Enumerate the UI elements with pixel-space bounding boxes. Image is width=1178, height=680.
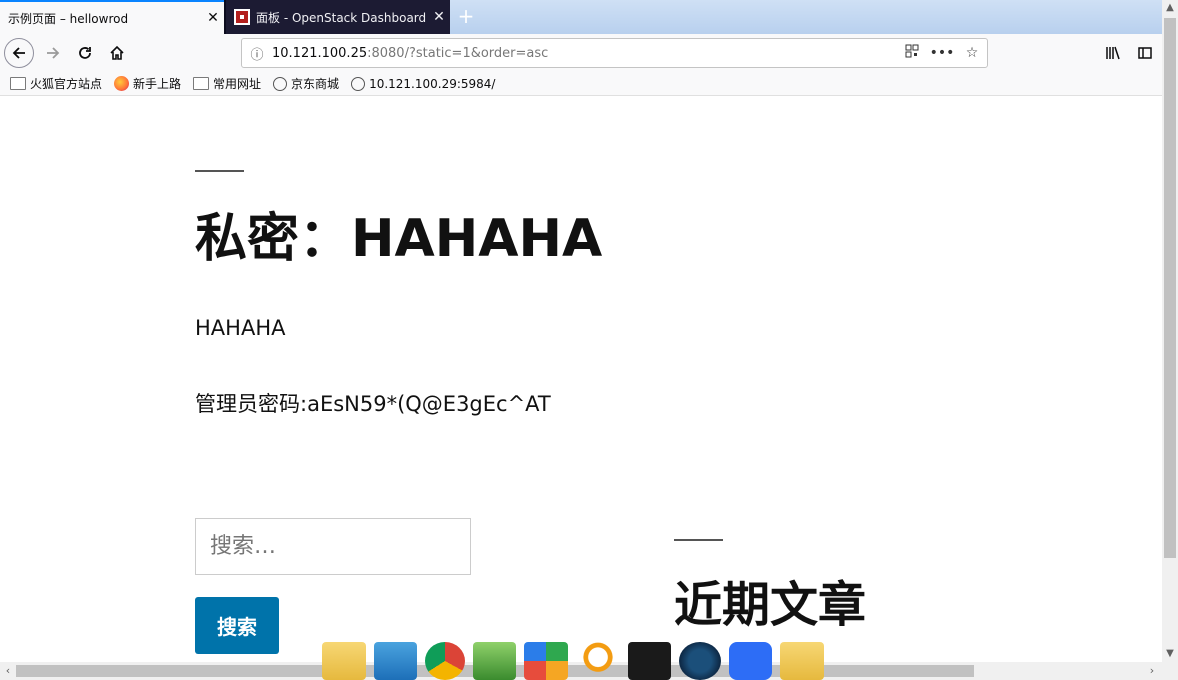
game-icon[interactable] xyxy=(472,642,517,680)
url-host: 10.121.100.25 xyxy=(272,45,368,61)
wegame-icon[interactable] xyxy=(627,642,672,680)
openstack-favicon-icon xyxy=(234,9,250,25)
bookmarks-toolbar: 火狐官方站点 新手上路 常用网址 京东商城 10.121.100.29:5984… xyxy=(0,72,1162,96)
bookmark-label: 常用网址 xyxy=(213,77,262,91)
chrome-icon[interactable] xyxy=(425,642,465,680)
url-path: :8080/?static=1&order=asc xyxy=(367,45,549,61)
title-divider xyxy=(195,170,244,172)
bookmark-firefox-official[interactable]: 火狐官方站点 xyxy=(10,75,102,92)
tab-example-page[interactable]: 示例页面 – hellowrod ✕ xyxy=(0,0,224,34)
f-app-icon[interactable] xyxy=(728,642,773,680)
qr-code-icon[interactable] xyxy=(897,44,927,62)
tab-title: 面板 - OpenStack Dashboard xyxy=(256,10,427,25)
search-input[interactable] xyxy=(195,518,471,575)
navigation-toolbar: ⓘ 10.121.100.25 :8080/?static=1&order=as… xyxy=(0,34,1162,72)
post-paragraph: 管理员密码:aEsN59*(Q@E3gEc^AT xyxy=(195,392,551,416)
library-button[interactable] xyxy=(1098,38,1128,68)
globe-icon xyxy=(273,76,288,91)
bookmark-couchdb[interactable]: 10.121.100.29:5984/ xyxy=(351,76,496,91)
address-bar[interactable]: ⓘ 10.121.100.25 :8080/?static=1&order=as… xyxy=(241,38,988,68)
search-button[interactable]: 搜索 xyxy=(195,597,279,654)
home-icon xyxy=(110,45,124,60)
post-paragraph: HAHAHA xyxy=(195,316,286,340)
reload-icon xyxy=(79,47,91,59)
bookmark-jd[interactable]: 京东商城 xyxy=(273,75,339,92)
scroll-down-arrow-icon[interactable]: ▼ xyxy=(1162,646,1178,662)
close-icon[interactable]: ✕ xyxy=(202,10,224,26)
folder-icon xyxy=(193,77,210,90)
scroll-up-arrow-icon[interactable]: ▲ xyxy=(1162,0,1178,16)
bookmark-getting-started[interactable]: 新手上路 xyxy=(114,75,181,92)
vertical-scroll-thumb[interactable] xyxy=(1164,18,1176,558)
search-icon[interactable] xyxy=(576,642,620,680)
tab-openstack[interactable]: 面板 - OpenStack Dashboard ✕ xyxy=(226,0,450,34)
sidebar-icon xyxy=(1138,47,1152,59)
sidebar-button[interactable] xyxy=(1130,38,1160,68)
library-icon xyxy=(1106,46,1120,60)
globe-icon xyxy=(351,76,366,91)
bookmark-label: 10.121.100.29:5984/ xyxy=(369,76,496,91)
new-tab-button[interactable]: + xyxy=(455,4,477,28)
bookmark-label: 新手上路 xyxy=(133,77,182,91)
desktop-dock xyxy=(322,642,832,680)
back-arrow-icon xyxy=(12,47,25,59)
forward-arrow-icon xyxy=(47,47,60,59)
post-title: 私密：HAHAHA xyxy=(195,209,603,269)
folder-icon[interactable] xyxy=(780,642,824,680)
folder-icon xyxy=(10,77,26,90)
close-icon[interactable]: ✕ xyxy=(428,9,450,25)
scroll-right-arrow-icon[interactable]: › xyxy=(1144,662,1160,680)
back-button[interactable] xyxy=(4,38,34,68)
bookmark-star-icon[interactable]: ☆ xyxy=(957,45,987,61)
tiles-icon[interactable] xyxy=(524,642,568,680)
folder-icon[interactable] xyxy=(322,642,366,680)
steam-icon[interactable] xyxy=(679,642,721,680)
home-button[interactable] xyxy=(102,38,132,68)
page-actions-icon[interactable]: ••• xyxy=(927,45,957,61)
forward-button[interactable] xyxy=(38,38,68,68)
bookmark-common-sites[interactable]: 常用网址 xyxy=(193,75,261,92)
recent-posts-heading: 近期文章 xyxy=(674,577,867,633)
sidebar-divider xyxy=(674,539,723,541)
info-icon[interactable]: ⓘ xyxy=(242,44,272,63)
bookmark-label: 京东商城 xyxy=(291,77,340,91)
scroll-left-arrow-icon[interactable]: ‹ xyxy=(0,662,16,680)
bookmark-label: 火狐官方站点 xyxy=(30,77,103,91)
firefox-icon xyxy=(114,76,130,91)
file-explorer-icon[interactable] xyxy=(373,642,418,680)
tab-strip-empty xyxy=(450,0,1178,34)
tab-title: 示例页面 – hellowrod xyxy=(8,11,129,26)
reload-button[interactable] xyxy=(70,38,100,68)
